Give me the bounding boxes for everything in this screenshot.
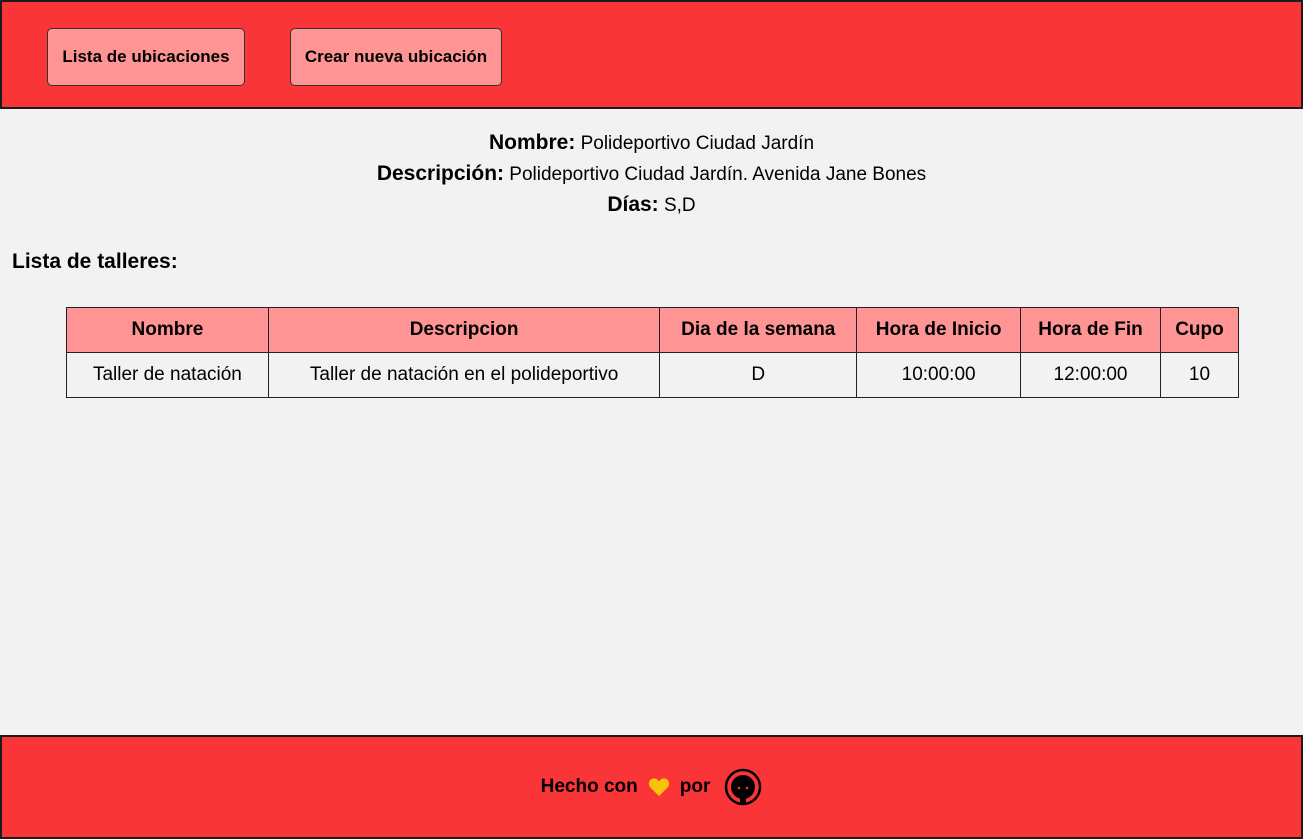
workshops-table: Nombre Descripcion Dia de la semana Hora… <box>66 307 1240 398</box>
description-value: Polideportivo Ciudad Jardín. Avenida Jan… <box>509 164 927 185</box>
by-text: por <box>679 776 711 797</box>
table-cell: Taller de natación en el polideportivo <box>267 352 661 398</box>
days-value: S,D <box>663 195 696 216</box>
table-cell: Taller de natación <box>66 352 269 398</box>
description-label: Descripción: <box>376 162 505 185</box>
create-location-button[interactable]: Crear nueva ubicación <box>290 28 502 86</box>
workshops-title: Lista de talleres: <box>12 250 178 273</box>
table-cell: D <box>659 352 858 398</box>
table-row: Taller de natación Taller de natación en… <box>66 352 1240 398</box>
header: Lista de ubicaciones Crear nueva ubicaci… <box>0 0 1303 109</box>
column-header: Hora de Inicio <box>856 307 1022 353</box>
column-header: Cupo <box>1159 307 1240 353</box>
column-header: Nombre <box>66 307 269 353</box>
table-cell: 10:00:00 <box>856 352 1022 398</box>
name-label: Nombre: <box>488 131 576 154</box>
table-cell: 12:00:00 <box>1020 352 1161 398</box>
yellow-heart-icon <box>648 777 670 797</box>
column-header: Hora de Fin <box>1020 307 1161 353</box>
column-header: Dia de la semana <box>659 307 858 353</box>
location-days-line: Días: S,D <box>0 190 1303 221</box>
location-name-line: Nombre: Polideportivo Ciudad Jardín <box>0 128 1303 159</box>
table-cell: 10 <box>1159 352 1240 398</box>
table-header-row: Nombre Descripcion Dia de la semana Hora… <box>66 307 1240 353</box>
name-value: Polideportivo Ciudad Jardín <box>580 133 815 154</box>
days-label: Días: <box>607 193 659 216</box>
location-description-line: Descripción: Polideportivo Ciudad Jardín… <box>0 159 1303 190</box>
made-with-text: Hecho con <box>540 776 638 797</box>
locations-list-button[interactable]: Lista de ubicaciones <box>47 28 245 86</box>
github-icon[interactable] <box>724 768 762 806</box>
footer: Hecho con por <box>0 735 1303 839</box>
location-info: Nombre: Polideportivo Ciudad Jardín Desc… <box>0 128 1303 221</box>
column-header: Descripcion <box>267 307 661 353</box>
